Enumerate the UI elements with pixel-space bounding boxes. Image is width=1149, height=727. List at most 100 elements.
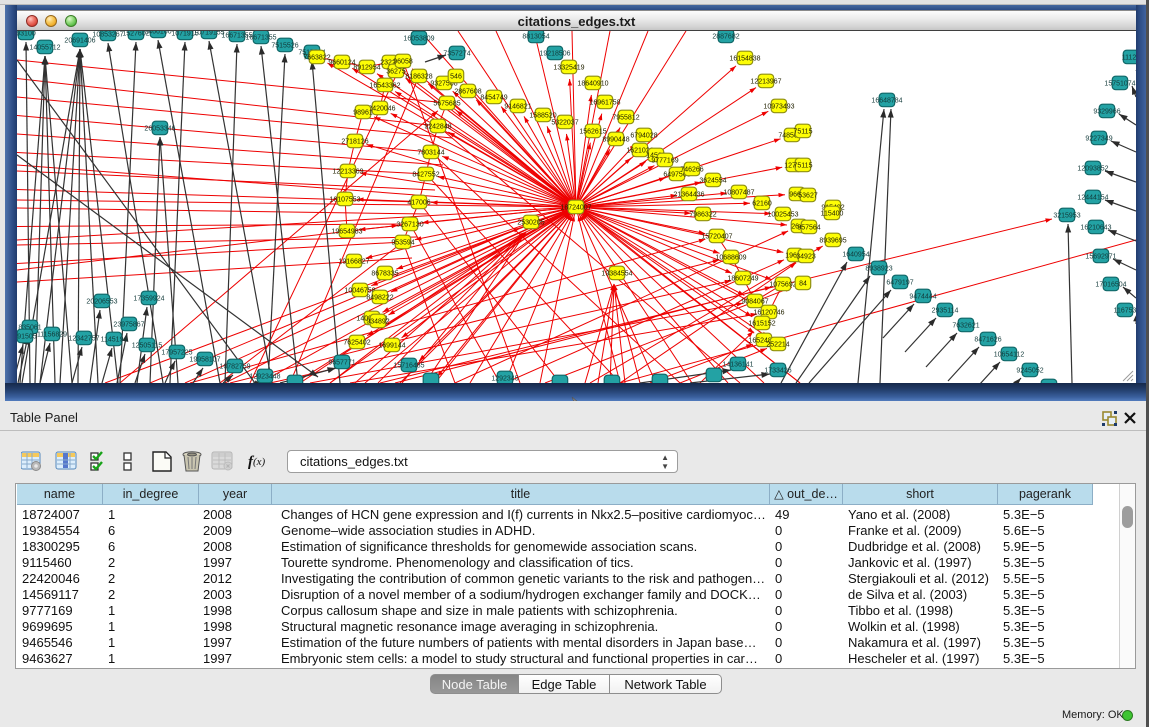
svg-text:5675685: 5675685 (433, 101, 460, 108)
svg-text:9245052: 9245052 (1016, 368, 1043, 375)
svg-text:12923448: 12923448 (249, 374, 280, 381)
svg-text:1733426: 1733426 (764, 368, 791, 375)
svg-text:12444154: 12444154 (1077, 195, 1108, 202)
svg-text:7357274: 7357274 (443, 51, 470, 58)
svg-text:75115: 75115 (794, 163, 813, 170)
svg-text:10025453: 10025453 (767, 212, 798, 219)
svg-text:16154838: 16154838 (729, 56, 760, 63)
svg-text:15692971: 15692971 (1085, 254, 1116, 261)
svg-text:6794028: 6794028 (630, 133, 657, 140)
svg-text:10046758: 10046758 (344, 288, 375, 295)
svg-text:36275: 36275 (386, 69, 406, 76)
svg-text:16782759: 16782759 (219, 364, 250, 371)
svg-text:115400: 115400 (821, 211, 844, 218)
svg-text:10688609: 10688609 (715, 255, 746, 262)
svg-text:26053346: 26053346 (144, 126, 175, 133)
svg-text:8454749: 8454749 (480, 95, 507, 102)
svg-text:19166827: 19166827 (338, 259, 369, 266)
svg-text:934892: 934892 (366, 319, 389, 326)
svg-text:9242848: 9242848 (424, 124, 451, 131)
svg-text:6479197: 6479197 (886, 280, 913, 287)
svg-text:15720407: 15720407 (701, 234, 732, 241)
svg-text:16671355: 16671355 (245, 35, 276, 42)
svg-text:10973493: 10973493 (763, 104, 794, 111)
svg-text:9329966: 9329966 (1093, 109, 1120, 116)
svg-text:16543362: 16543362 (369, 83, 400, 90)
svg-text:8939695: 8939695 (819, 238, 846, 245)
svg-text:746266: 746266 (680, 167, 703, 174)
svg-text:11156829: 11156829 (37, 332, 67, 339)
svg-text:18640910: 18640910 (577, 81, 608, 88)
svg-text:19218506: 19218506 (539, 51, 570, 58)
svg-text:7663822: 7663822 (303, 55, 330, 62)
svg-text:2718126: 2718126 (341, 139, 368, 146)
svg-text:6466160: 6466160 (144, 31, 171, 36)
svg-text:17016504: 17016504 (1095, 282, 1126, 289)
svg-text:93100: 93100 (17, 31, 36, 38)
svg-text:16961758: 16961758 (589, 100, 620, 107)
svg-text:8912954: 8912954 (353, 65, 380, 72)
svg-text:9084067: 9084067 (741, 299, 768, 306)
svg-text:20691406: 20691406 (64, 38, 95, 45)
svg-text:15751074: 15751074 (1104, 81, 1135, 88)
svg-text:1640954: 1640954 (842, 252, 869, 259)
svg-text:8990448: 8990448 (602, 137, 629, 144)
svg-text:9227349: 9227349 (1085, 136, 1112, 143)
svg-text:13325419: 13325419 (553, 65, 584, 72)
svg-text:9474444: 9474444 (909, 294, 936, 301)
svg-text:12342757: 12342757 (68, 336, 99, 343)
svg-text:98961: 98961 (353, 110, 373, 117)
svg-text:16053809: 16053809 (403, 36, 434, 43)
svg-text:15716485: 15716485 (393, 363, 424, 370)
svg-text:1615152: 1615152 (748, 321, 775, 328)
svg-text:19384554: 19384554 (601, 271, 632, 278)
svg-text:391505: 391505 (17, 334, 37, 341)
svg-text:252214: 252214 (766, 342, 789, 349)
svg-text:19654983: 19654983 (331, 229, 362, 236)
svg-text:16107553: 16107553 (329, 197, 360, 204)
svg-text:546: 546 (450, 74, 462, 81)
svg-text:7955812: 7955812 (612, 115, 639, 122)
svg-text:7803144: 7803144 (417, 150, 444, 157)
svg-text:10719155: 10719155 (193, 31, 224, 37)
svg-text:8427552: 8427552 (412, 172, 439, 179)
svg-text:8186328: 8186328 (405, 74, 432, 81)
svg-text:10853267: 10853267 (92, 32, 123, 39)
svg-text:1588520: 1588520 (529, 113, 556, 120)
svg-text:16120746: 16120746 (753, 310, 784, 317)
svg-text:3215953: 3215953 (1053, 213, 1080, 220)
svg-text:417006: 417006 (407, 200, 430, 207)
svg-text:19958107: 19958107 (189, 357, 220, 364)
svg-text:8678335: 8678335 (371, 271, 398, 278)
svg-text:96058: 96058 (393, 59, 413, 66)
svg-text:2867608: 2867608 (454, 89, 481, 96)
svg-text:18724007: 18724007 (560, 205, 591, 212)
svg-text:10807487: 10807487 (723, 190, 754, 197)
svg-text:8471626: 8471626 (974, 337, 1001, 344)
svg-text:9660124: 9660124 (328, 60, 355, 67)
svg-text:84: 84 (799, 281, 807, 288)
svg-text:34923: 34923 (796, 254, 816, 261)
svg-text:9146821: 9146821 (504, 104, 531, 111)
svg-text:62160: 62160 (752, 201, 772, 208)
svg-text:1292345: 1292345 (491, 376, 518, 383)
svg-text:11124: 11124 (1122, 55, 1136, 62)
svg-text:7515526: 7515526 (271, 43, 298, 50)
svg-text:957564: 957564 (797, 225, 820, 232)
svg-text:3624554: 3624554 (699, 178, 726, 185)
svg-text:2935114: 2935114 (932, 308, 959, 315)
svg-text:16210643: 16210643 (1080, 225, 1111, 232)
svg-text:23975867: 23975867 (113, 322, 144, 329)
svg-text:12213369: 12213369 (332, 169, 363, 176)
svg-text:12213967: 12213967 (750, 79, 781, 86)
svg-text:7625402: 7625402 (343, 340, 370, 347)
svg-text:16648784: 16648784 (871, 98, 902, 105)
svg-text:2530205: 2530205 (517, 220, 544, 227)
svg-text:8813054: 8813054 (522, 34, 549, 41)
svg-text:953594: 953594 (391, 240, 414, 247)
svg-text:8938923: 8938923 (865, 266, 892, 273)
svg-text:14136141: 14136141 (722, 362, 753, 369)
svg-text:2887682: 2887682 (712, 34, 739, 41)
svg-text:1699144: 1699144 (378, 343, 405, 350)
svg-text:5322037: 5322037 (551, 120, 578, 127)
